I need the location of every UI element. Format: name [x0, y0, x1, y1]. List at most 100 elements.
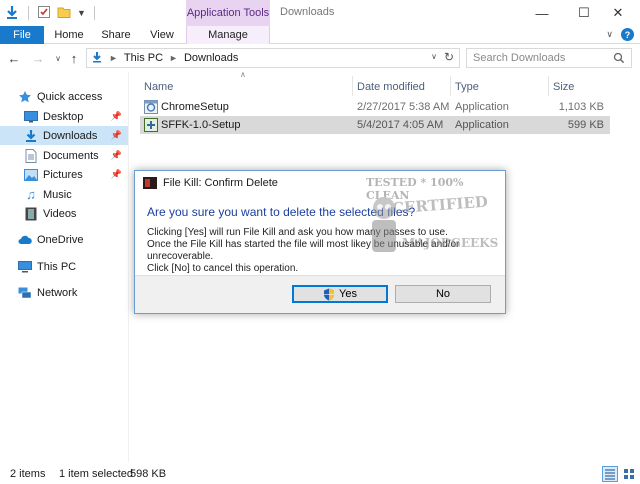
column-header-name[interactable]: Name — [144, 78, 173, 96]
help-icon[interactable]: ? — [621, 28, 634, 41]
file-row[interactable]: SFFK-1.0-Setup 5/4/2017 4:05 AM Applicat… — [140, 116, 610, 134]
column-divider[interactable] — [548, 76, 549, 96]
nav-network[interactable]: Network — [0, 283, 128, 302]
navigation-pane: Quick access Desktop 📌 Downloads 📌 Docum… — [0, 84, 128, 460]
pin-icon: 📌 — [110, 169, 122, 179]
sort-ascending-icon: ∧ — [240, 70, 246, 79]
up-arrow-icon[interactable]: ↑ — [66, 50, 82, 66]
breadcrumb-this-pc[interactable]: This PC — [124, 52, 163, 64]
music-icon: ♫ — [26, 187, 36, 202]
cloud-icon — [18, 233, 32, 247]
uac-shield-icon — [323, 288, 335, 301]
window-title: Downloads — [280, 6, 335, 18]
document-icon — [24, 148, 38, 163]
toolbar-divider — [93, 6, 95, 20]
ribbon-right-controls: ∨ ? — [606, 28, 634, 41]
expand-ribbon-icon[interactable]: ∨ — [606, 29, 613, 40]
column-header-type[interactable]: Type — [455, 78, 479, 96]
nav-onedrive[interactable]: OneDrive — [0, 230, 128, 249]
nav-videos[interactable]: Videos — [0, 204, 128, 223]
nav-desktop[interactable]: Desktop 📌 — [0, 107, 128, 126]
network-icon — [18, 286, 32, 300]
title-bar: ▼ Application Tools Downloads — ☐ ✕ — [0, 0, 640, 26]
address-dropdown-icon[interactable]: ∨ — [431, 52, 437, 61]
properties-icon[interactable] — [37, 5, 51, 22]
dialog-title: File Kill: Confirm Delete — [163, 177, 278, 189]
status-selection: 1 item selected — [59, 468, 133, 480]
pin-icon: 📌 — [110, 111, 122, 121]
nav-quick-access[interactable]: Quick access — [0, 87, 128, 106]
nav-documents-label: Documents — [43, 149, 99, 162]
tab-manage[interactable]: Manage — [186, 26, 270, 44]
file-size: 1,103 KB — [558, 101, 604, 113]
toolbar-divider — [28, 6, 29, 20]
confirm-delete-dialog: File Kill: Confirm Delete Are you sure y… — [134, 170, 506, 314]
pin-icon: 📌 — [110, 150, 122, 160]
column-header-date-modified[interactable]: Date modified — [357, 78, 425, 96]
no-button[interactable]: No — [395, 285, 491, 303]
file-date: 2/27/2017 5:38 AM — [357, 101, 450, 113]
pin-icon: 📌 — [110, 130, 122, 140]
pane-divider[interactable] — [128, 72, 129, 462]
file-name: ChromeSetup — [161, 101, 229, 113]
tab-share[interactable]: Share — [96, 26, 136, 44]
close-button[interactable]: ✕ — [596, 0, 640, 26]
refresh-icon[interactable]: ↻ — [444, 50, 454, 64]
desktop-icon — [24, 110, 38, 124]
status-selected-size: 598 KB — [130, 468, 167, 480]
details-view-button[interactable] — [602, 466, 618, 482]
tab-view[interactable]: View — [144, 26, 180, 44]
back-arrow-icon[interactable]: ← — [6, 50, 22, 66]
file-name: SFFK-1.0-Setup — [161, 119, 241, 131]
application-icon — [144, 100, 158, 117]
status-bar: 2 items 1 item selected 598 KB — [0, 464, 640, 484]
nav-this-pc-label: This PC — [37, 260, 77, 273]
nav-pictures[interactable]: Pictures 📌 — [0, 165, 128, 184]
quick-access-toolbar: ▼ — [4, 4, 97, 22]
status-item-count: 2 items — [10, 468, 46, 480]
search-icon — [613, 52, 625, 67]
address-bar[interactable]: ► This PC ► Downloads ∨ ↻ — [86, 48, 460, 68]
nav-music[interactable]: ♫ Music — [0, 185, 128, 204]
search-input[interactable]: Search Downloads — [466, 48, 632, 68]
pictures-icon — [24, 168, 38, 182]
nav-pictures-label: Pictures — [43, 168, 83, 181]
dialog-message-line: Click [No] to cancel this operation. — [147, 263, 299, 274]
nav-downloads-label: Downloads — [43, 129, 98, 142]
yes-button[interactable]: Yes — [292, 285, 388, 303]
dialog-message-line: Clicking [Yes] will run File Kill and as… — [147, 227, 448, 238]
nav-music-label: Music — [43, 188, 72, 201]
download-icon — [24, 129, 38, 143]
column-header-size[interactable]: Size — [553, 78, 574, 96]
new-folder-icon[interactable] — [57, 5, 71, 22]
explorer-icon[interactable] — [4, 4, 20, 23]
column-divider[interactable] — [352, 76, 353, 96]
customize-toolbar-icon[interactable]: ▼ — [77, 8, 86, 18]
file-size: 599 KB — [567, 119, 604, 131]
nav-downloads[interactable]: Downloads 📌 — [0, 126, 128, 145]
nav-documents[interactable]: Documents 📌 — [0, 146, 128, 165]
tab-home[interactable]: Home — [50, 26, 88, 44]
nav-desktop-label: Desktop — [43, 110, 84, 123]
nav-this-pc[interactable]: This PC — [0, 257, 128, 276]
file-type: Application — [455, 101, 509, 113]
yes-button-label: Yes — [339, 288, 357, 300]
minimize-button[interactable]: — — [520, 0, 564, 26]
search-placeholder: Search Downloads — [473, 52, 566, 64]
file-type: Application — [455, 119, 509, 131]
file-row[interactable]: ChromeSetup 2/27/2017 5:38 AM Applicatio… — [140, 98, 610, 116]
nav-videos-label: Videos — [43, 207, 77, 220]
tab-file[interactable]: File — [0, 26, 44, 44]
large-icons-view-button[interactable] — [621, 466, 637, 482]
downloads-location-icon — [91, 51, 103, 66]
dialog-message-line: Once the File Kill has started the file … — [147, 239, 460, 262]
forward-arrow-icon[interactable]: → — [30, 50, 46, 66]
recent-locations-icon[interactable]: ∨ — [50, 50, 66, 66]
address-row: ← → ∨ ↑ ► This PC ► Downloads ∨ ↻ Search… — [0, 46, 640, 70]
breadcrumb-downloads[interactable]: Downloads — [184, 52, 238, 64]
videos-icon — [24, 207, 38, 221]
application-tools-header: Application Tools — [186, 0, 270, 26]
dialog-title-bar[interactable]: File Kill: Confirm Delete — [135, 171, 505, 195]
column-divider[interactable] — [450, 76, 451, 96]
file-date: 5/4/2017 4:05 AM — [357, 119, 444, 131]
